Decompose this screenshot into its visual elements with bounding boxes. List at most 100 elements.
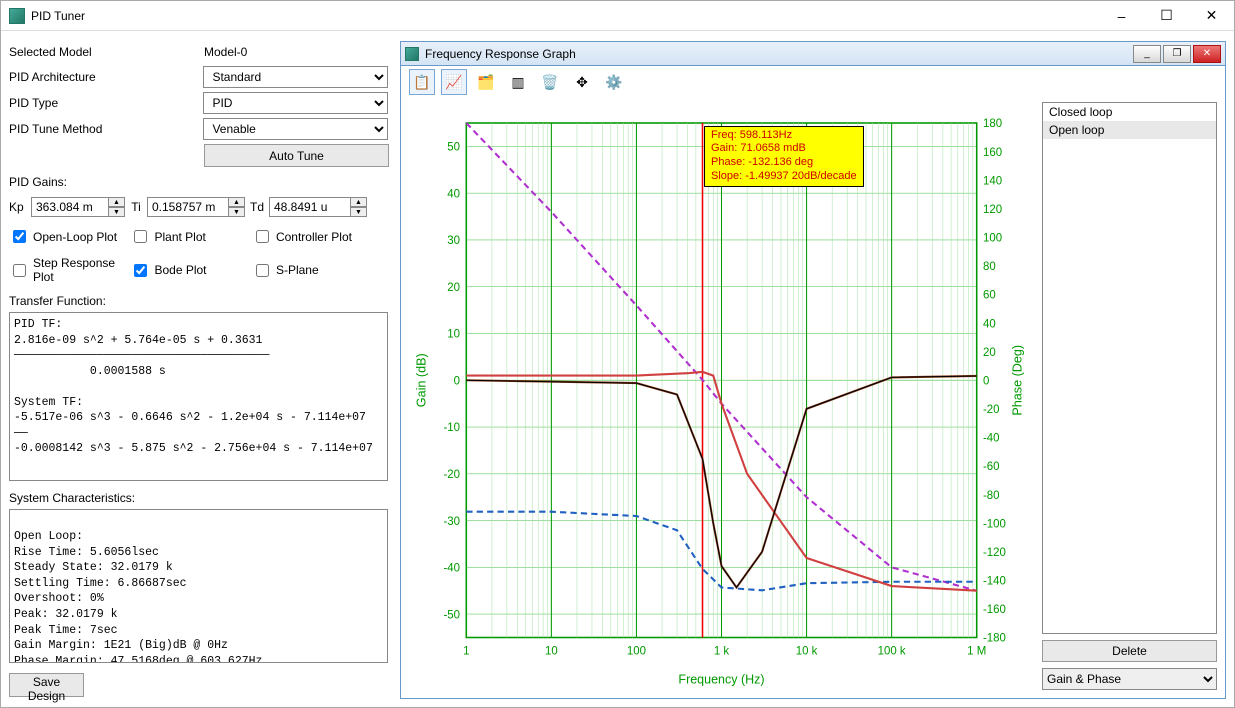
svg-text:1: 1 bbox=[463, 645, 469, 657]
gear-icon[interactable]: ⚙️ bbox=[601, 69, 627, 95]
ti-stepper[interactable]: ▲▼ bbox=[229, 197, 245, 217]
content-area: Selected Model Model-0 PID Architecture … bbox=[1, 31, 1234, 707]
svg-text:-50: -50 bbox=[443, 609, 460, 621]
svg-text:100: 100 bbox=[627, 645, 646, 657]
svg-text:-10: -10 bbox=[443, 422, 460, 434]
svg-text:100 k: 100 k bbox=[878, 645, 906, 657]
td-input[interactable] bbox=[269, 197, 351, 217]
method-label: PID Tune Method bbox=[9, 122, 203, 136]
minimize-button[interactable]: – bbox=[1099, 1, 1144, 30]
graph-close-button[interactable]: ✕ bbox=[1193, 45, 1221, 63]
svg-text:40: 40 bbox=[983, 318, 996, 330]
bode-checkbox[interactable]: Bode Plot bbox=[130, 256, 251, 284]
delete-button[interactable]: Delete bbox=[1042, 640, 1217, 662]
svg-text:-40: -40 bbox=[983, 433, 1000, 445]
right-panel: Frequency Response Graph _ ❐ ✕ 📋 📈 🗂️ ▥ … bbox=[396, 31, 1234, 707]
svg-text:-120: -120 bbox=[983, 547, 1006, 559]
svg-text:-30: -30 bbox=[443, 516, 460, 528]
svg-text:60: 60 bbox=[983, 290, 996, 302]
svg-text:20: 20 bbox=[983, 347, 996, 359]
svg-text:100: 100 bbox=[983, 232, 1002, 244]
kp-input[interactable] bbox=[31, 197, 109, 217]
save-design-button[interactable]: Save Design bbox=[9, 673, 84, 697]
plant-checkbox[interactable]: Plant Plot bbox=[130, 227, 251, 246]
window-controls: – ☐ ✕ bbox=[1099, 1, 1234, 30]
bode-svg: -50-40-30-20-1001020304050-180-160-140-1… bbox=[409, 102, 1034, 690]
series-panel: Closed loop Open loop Delete Gain & Phas… bbox=[1042, 102, 1217, 690]
transfer-function-text[interactable]: PID TF: 2.816e-09 s^2 + 5.764e-05 s + 0.… bbox=[9, 312, 388, 481]
clipboard-icon[interactable]: 📋 bbox=[409, 69, 435, 95]
td-stepper[interactable]: ▲▼ bbox=[351, 197, 367, 217]
controller-checkbox[interactable]: Controller Plot bbox=[252, 227, 388, 246]
step-response-checkbox[interactable]: Step Response Plot bbox=[9, 256, 130, 284]
app-icon bbox=[9, 8, 25, 24]
app-window: PID Tuner – ☐ ✕ Selected Model Model-0 P… bbox=[0, 0, 1235, 708]
svg-text:-40: -40 bbox=[443, 563, 460, 575]
view-mode-select[interactable]: Gain & Phase bbox=[1042, 668, 1217, 690]
svg-text:-160: -160 bbox=[983, 604, 1006, 616]
svg-text:1 k: 1 k bbox=[714, 645, 730, 657]
svg-text:-180: -180 bbox=[983, 633, 1006, 645]
window-title: PID Tuner bbox=[31, 9, 1099, 23]
svg-text:40: 40 bbox=[447, 188, 460, 200]
graph-maximize-button[interactable]: ❐ bbox=[1163, 45, 1191, 63]
type-select[interactable]: PID bbox=[203, 92, 388, 114]
method-select[interactable]: Venable bbox=[203, 118, 388, 140]
list-item-closed[interactable]: Closed loop bbox=[1043, 103, 1216, 121]
list-item-open[interactable]: Open loop bbox=[1043, 121, 1216, 139]
left-panel: Selected Model Model-0 PID Architecture … bbox=[1, 31, 396, 707]
graph-window: Frequency Response Graph _ ❐ ✕ 📋 📈 🗂️ ▥ … bbox=[400, 41, 1226, 699]
architecture-label: PID Architecture bbox=[9, 70, 203, 84]
maximize-button[interactable]: ☐ bbox=[1144, 1, 1189, 30]
curve-icon[interactable]: 📈 bbox=[441, 69, 467, 95]
svg-text:0: 0 bbox=[454, 375, 460, 387]
trash-icon[interactable]: 🗑️ bbox=[537, 69, 563, 95]
svg-text:-20: -20 bbox=[983, 404, 1000, 416]
svg-text:0: 0 bbox=[983, 375, 989, 387]
gains-row: Kp ▲▼ Ti ▲▼ Td ▲▼ bbox=[9, 197, 388, 217]
splane-checkbox[interactable]: S-Plane bbox=[252, 256, 388, 284]
ti-input[interactable] bbox=[147, 197, 229, 217]
svg-text:10: 10 bbox=[447, 329, 460, 341]
graph-titlebar: Frequency Response Graph _ ❐ ✕ bbox=[401, 42, 1225, 66]
ti-label: Ti bbox=[129, 200, 143, 214]
svg-text:80: 80 bbox=[983, 261, 996, 273]
svg-text:-140: -140 bbox=[983, 575, 1006, 587]
svg-text:160: 160 bbox=[983, 147, 1002, 159]
chart-settings-icon[interactable]: 🗂️ bbox=[473, 69, 499, 95]
svg-text:Gain (dB): Gain (dB) bbox=[415, 353, 429, 407]
open-loop-checkbox[interactable]: Open-Loop Plot bbox=[9, 227, 130, 246]
svg-text:Phase (Deg): Phase (Deg) bbox=[1011, 345, 1025, 416]
svg-text:50: 50 bbox=[447, 142, 460, 154]
cursor-readout: Freq: 598.113Hz Gain: 71.0658 mdB Phase:… bbox=[704, 126, 864, 187]
column-icon[interactable]: ▥ bbox=[505, 69, 531, 95]
graph-app-icon bbox=[405, 47, 419, 61]
gains-label: PID Gains: bbox=[9, 175, 388, 189]
graph-minimize-button[interactable]: _ bbox=[1133, 45, 1161, 63]
svg-text:-60: -60 bbox=[983, 461, 1000, 473]
auto-tune-button[interactable]: Auto Tune bbox=[204, 144, 389, 167]
svg-text:20: 20 bbox=[447, 282, 460, 294]
graph-body: -50-40-30-20-1001020304050-180-160-140-1… bbox=[401, 98, 1225, 698]
type-label: PID Type bbox=[9, 96, 203, 110]
close-button[interactable]: ✕ bbox=[1189, 1, 1234, 30]
svg-text:180: 180 bbox=[983, 118, 1002, 130]
td-label: Td bbox=[249, 200, 265, 214]
chart-area[interactable]: -50-40-30-20-1001020304050-180-160-140-1… bbox=[409, 102, 1034, 690]
svg-text:10: 10 bbox=[545, 645, 558, 657]
selected-model-label: Selected Model bbox=[9, 45, 204, 59]
system-characteristics-text[interactable]: Open Loop: Rise Time: 5.6056lsec Steady … bbox=[9, 509, 388, 663]
svg-text:1 M: 1 M bbox=[967, 645, 986, 657]
architecture-select[interactable]: Standard bbox=[203, 66, 388, 88]
graph-toolbar: 📋 📈 🗂️ ▥ 🗑️ ✥ ⚙️ bbox=[401, 66, 1225, 98]
svg-text:-20: -20 bbox=[443, 469, 460, 481]
tf-label: Transfer Function: bbox=[9, 294, 388, 308]
series-listbox[interactable]: Closed loop Open loop bbox=[1042, 102, 1217, 634]
svg-text:140: 140 bbox=[983, 175, 1002, 187]
move-icon[interactable]: ✥ bbox=[569, 69, 595, 95]
svg-text:-100: -100 bbox=[983, 518, 1006, 530]
svg-text:30: 30 bbox=[447, 235, 460, 247]
kp-label: Kp bbox=[9, 200, 27, 214]
kp-stepper[interactable]: ▲▼ bbox=[109, 197, 125, 217]
svg-text:-80: -80 bbox=[983, 490, 1000, 502]
